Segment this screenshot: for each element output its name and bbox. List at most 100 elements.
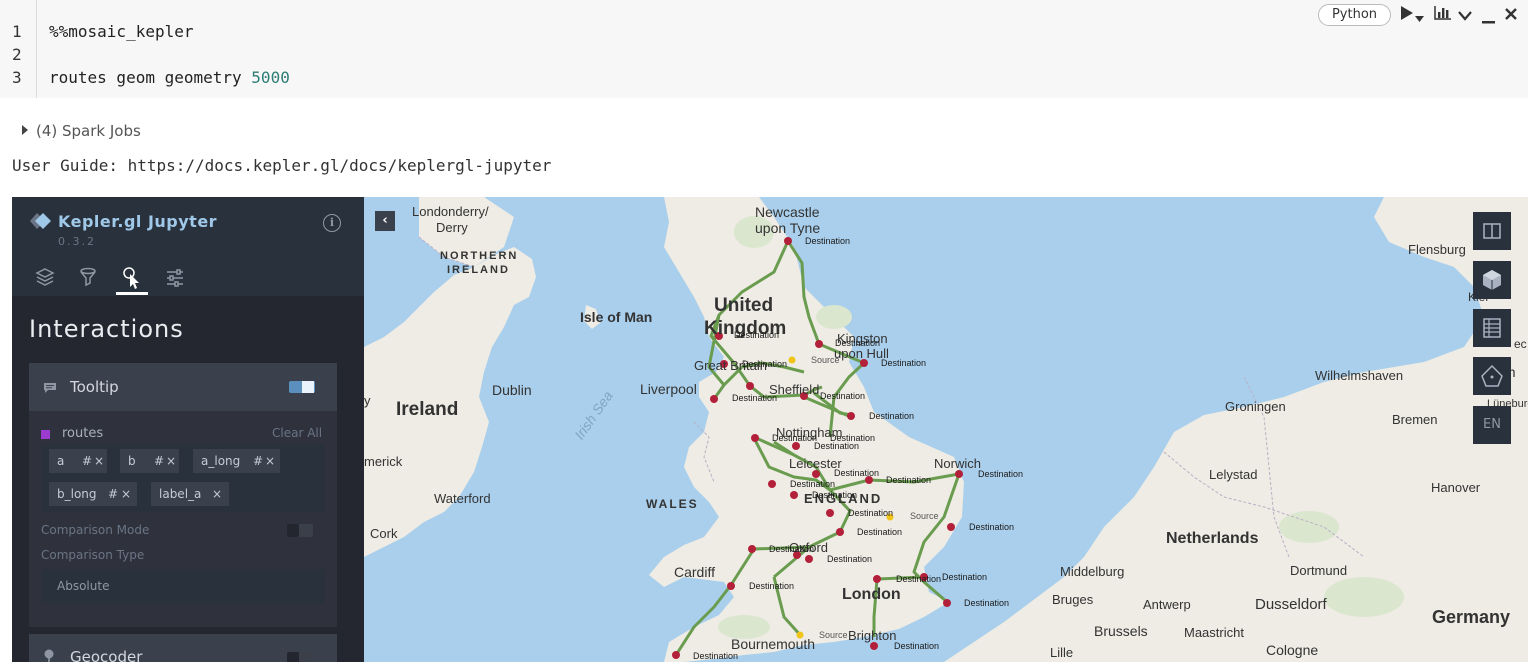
side-panel: Kepler.gl Jupyter 0.3.2 i Interactions T…	[12, 197, 364, 662]
place-label: Liverpool	[640, 381, 697, 397]
destination-label: Destination	[834, 468, 879, 478]
place-label: Groningen	[1225, 399, 1286, 414]
hash-icon[interactable]: #	[154, 449, 164, 473]
destination-label: Destination	[749, 581, 794, 591]
place-label: Brussels	[1094, 623, 1148, 639]
3d-map-icon[interactable]	[1473, 261, 1511, 299]
place-label: Isle of Man	[580, 309, 652, 325]
info-icon[interactable]: i	[323, 214, 341, 232]
remove-field-icon[interactable]: ×	[94, 449, 104, 473]
app-title: Kepler.gl Jupyter	[58, 212, 218, 231]
run-icon[interactable]	[1401, 6, 1413, 23]
clear-all-button[interactable]: Clear All	[272, 426, 322, 440]
destination-label: Destination	[942, 572, 987, 582]
close-icon[interactable]	[1505, 7, 1517, 23]
tooltip-field-selector[interactable]: a # × b # × a_long # × b_long # × label_a ×	[41, 445, 325, 512]
expand-icon[interactable]	[1458, 8, 1472, 24]
hash-icon[interactable]: #	[108, 482, 118, 506]
panel-title: Interactions	[29, 315, 184, 343]
place-label: Brighton	[848, 628, 896, 643]
interactions-icon[interactable]	[116, 263, 148, 295]
tooltip-group-header[interactable]: Tooltip	[29, 363, 337, 411]
field-chip-label: a	[57, 454, 65, 468]
place-label: Bournemouth	[731, 636, 815, 652]
place-label: Cork	[370, 526, 398, 541]
minimize-icon[interactable]	[1482, 11, 1495, 27]
code-line[interactable]: %%mosaic_kepler	[49, 22, 194, 41]
map-canvas[interactable]: Londonderry/ Derry NORTHERN IRELAND Newc…	[364, 197, 1528, 662]
field-chip[interactable]: label_a ×	[151, 482, 229, 506]
code-line[interactable]: routes geom geometry 5000	[49, 68, 290, 87]
language-button[interactable]: EN	[1473, 406, 1511, 444]
place-label: Lelystad	[1209, 467, 1257, 482]
filter-icon[interactable]	[72, 263, 104, 295]
settings-icon[interactable]	[159, 263, 191, 295]
split-map-icon[interactable]	[1473, 212, 1511, 250]
region-label: WALES	[646, 497, 699, 511]
place-label: y	[364, 393, 371, 408]
country-label: Ireland	[396, 399, 458, 420]
destination-label: Destination	[869, 411, 914, 421]
country-label: Germany	[1432, 607, 1510, 627]
geocoder-group[interactable]: Geocoder	[29, 634, 337, 662]
destination-label: Destination	[805, 236, 850, 246]
comparison-type-select[interactable]: Absolute	[41, 569, 325, 603]
spark-jobs-toggle[interactable]: (4) Spark Jobs	[22, 122, 141, 140]
place-label: Hanover	[1431, 480, 1481, 495]
field-chip[interactable]: b_long # ×	[49, 482, 137, 506]
draw-icon[interactable]	[1473, 357, 1511, 395]
sea-label: Irish Sea	[571, 388, 616, 443]
region-label: NORTHERN	[440, 250, 518, 262]
destination-label: Destination	[964, 598, 1009, 608]
remove-field-icon[interactable]: ×	[166, 449, 176, 473]
place-label: Cardiff	[674, 564, 715, 580]
place-label: Antwerp	[1143, 597, 1191, 612]
tooltip-toggle[interactable]	[289, 381, 315, 393]
comparison-mode-toggle[interactable]	[287, 524, 313, 537]
destination-label: Destination	[812, 490, 857, 500]
place-label: London	[842, 586, 901, 603]
place-label: Lille	[1050, 645, 1073, 660]
comparison-mode-label: Comparison Mode	[41, 523, 150, 537]
kepler-logo-icon	[30, 213, 51, 229]
remove-field-icon[interactable]: ×	[121, 482, 131, 506]
field-chip[interactable]: a_long # ×	[193, 449, 280, 473]
destination-label: Destination	[827, 554, 872, 564]
language-selector[interactable]: Python	[1318, 4, 1391, 26]
field-chip[interactable]: b # ×	[120, 449, 179, 473]
destination-label: Destination	[835, 338, 880, 348]
hash-icon[interactable]: #	[82, 449, 92, 473]
line-number: 2	[12, 45, 22, 64]
code-cell[interactable]: 1 2 3 %%mosaic_kepler routes geom geomet…	[0, 0, 1528, 98]
destination-label: Destination	[769, 544, 814, 554]
data-table-icon[interactable]	[1473, 309, 1511, 347]
country-label: Netherlands	[1166, 530, 1259, 547]
hash-icon[interactable]: #	[253, 449, 263, 473]
remove-field-icon[interactable]: ×	[265, 449, 275, 473]
app-version: 0.3.2	[58, 235, 96, 248]
collapse-panel-button[interactable]: ‹	[375, 211, 395, 231]
place-label: Derry	[436, 220, 468, 235]
place-label: Cologne	[1266, 642, 1318, 658]
map-labels: Londonderry/ Derry NORTHERN IRELAND Newc…	[364, 204, 1528, 661]
remove-field-icon[interactable]: ×	[212, 482, 222, 506]
place-label: Dusseldorf	[1255, 596, 1328, 613]
chevron-down-icon[interactable]	[1415, 9, 1424, 25]
destination-label: Destination	[881, 358, 926, 368]
destination-label: Destination	[969, 522, 1014, 532]
user-guide-text: User Guide: https://docs.kepler.gl/docs/…	[12, 156, 552, 175]
destination-label: Destination	[820, 391, 865, 401]
destination-label: Destination	[896, 574, 941, 584]
place-label: Newcastle	[755, 204, 820, 220]
region-label: IRELAND	[447, 264, 510, 276]
comparison-type-label: Comparison Type	[41, 548, 145, 562]
field-chip[interactable]: a # ×	[49, 449, 107, 473]
chart-icon[interactable]	[1434, 6, 1452, 23]
place-label: Dortmund	[1290, 563, 1347, 578]
place-label: Dublin	[492, 382, 532, 398]
geocoder-toggle[interactable]	[287, 652, 313, 662]
place-label: merick	[364, 454, 403, 469]
destination-label: Destination	[814, 441, 859, 451]
layers-icon[interactable]	[29, 263, 61, 295]
place-label: Maastricht	[1184, 625, 1244, 640]
